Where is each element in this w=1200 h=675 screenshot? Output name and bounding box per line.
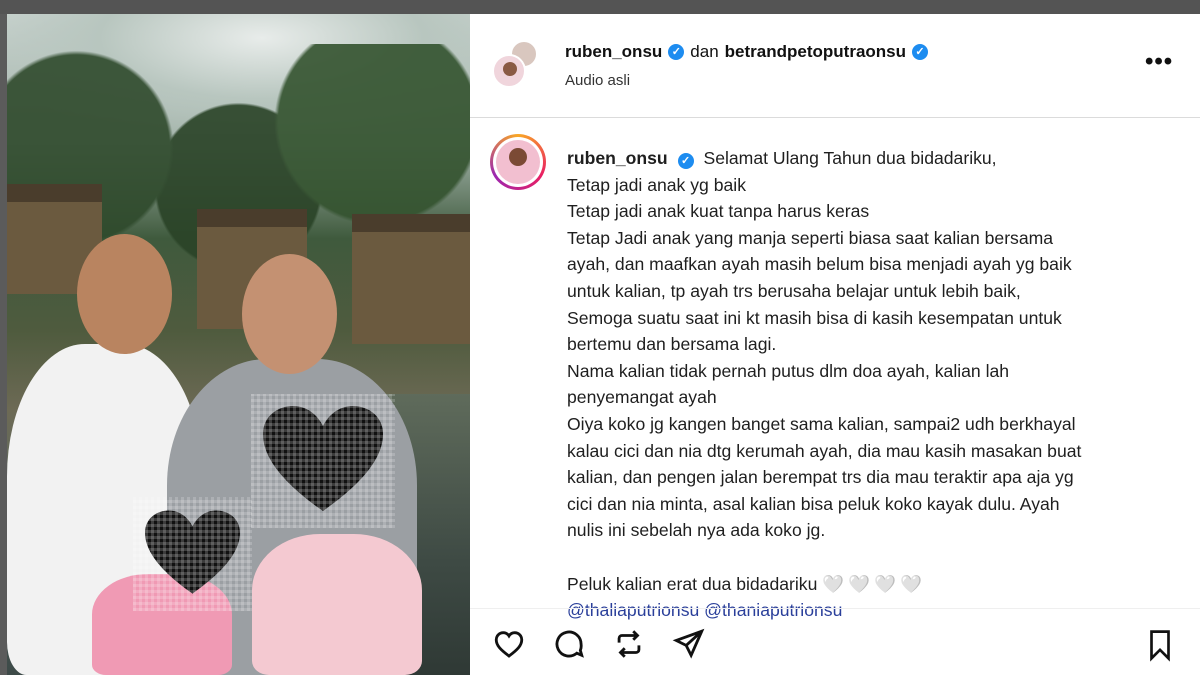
actions-divider — [470, 608, 1200, 609]
audio-link[interactable]: Audio asli — [565, 72, 630, 89]
top-bar — [0, 0, 1200, 14]
caption-line: Selamat Ulang Tahun dua bidadariku, — [703, 148, 997, 168]
post-photo[interactable] — [7, 14, 470, 675]
verified-icon: ✓ — [912, 44, 929, 60]
more-options-icon[interactable]: ••• — [1145, 50, 1173, 74]
caption-mentions[interactable]: @thaliaputrionsu @thaniaputrionsu — [567, 597, 1177, 624]
caption-line: ayah, dan maafkan ayah masih belum bisa … — [567, 254, 1072, 275]
caption-username[interactable]: ruben_onsu — [567, 148, 668, 168]
connector-text: dan — [690, 42, 719, 61]
caption-line: Oiya koko jg kangen banget sama kalian, … — [567, 413, 1076, 434]
send-icon[interactable] — [672, 627, 706, 661]
caption-line: cici dan nia minta, asal kalian bisa pel… — [567, 493, 1060, 514]
caption-line: nulis ini sebelah nya ada koko jg. — [567, 520, 826, 541]
photo-head-man — [242, 254, 337, 374]
collaborator-username[interactable]: betrandpetoputraonsu — [725, 42, 906, 62]
caption-line: Tetap Jadi anak yang manja seperti biasa… — [567, 227, 1054, 248]
caption-line: penyemangat ayah — [567, 387, 717, 408]
photo-head-boy — [77, 234, 172, 354]
action-bar — [492, 627, 706, 661]
bookmark-icon[interactable] — [1145, 628, 1175, 662]
caption-line: kalau cici dan nia dtg kerumah ayah, dia… — [567, 440, 1082, 461]
white-heart-icons: 🤍🤍🤍🤍 — [822, 573, 926, 594]
post-panel: ruben_onsu ✓ dan betrandpetoputraonsu ✓ … — [470, 14, 1200, 675]
caption-line: Tetap jadi anak kuat tanpa harus keras — [567, 201, 870, 222]
comment-icon[interactable] — [552, 627, 586, 661]
heart-icon[interactable] — [492, 627, 526, 661]
post-header: ruben_onsu ✓ dan betrandpetoputraonsu ✓ — [565, 42, 929, 62]
privacy-heart-large — [251, 394, 395, 528]
avatar-author[interactable] — [492, 54, 526, 88]
privacy-heart-small — [133, 497, 252, 611]
photo-person-girl-right — [252, 534, 422, 675]
author-username[interactable]: ruben_onsu — [565, 42, 662, 62]
verified-icon: ✓ — [677, 153, 694, 169]
photo-hut-right — [352, 214, 470, 344]
caption-line: Semoga suatu saat ini kt masih bisa di k… — [567, 307, 1062, 328]
caption-line: untuk kalian, tp ayah trs berusaha belaj… — [567, 280, 1021, 301]
caption-line: kalian, dan pengen jalan berempat trs di… — [567, 467, 1074, 488]
caption-avatar[interactable] — [490, 134, 546, 190]
header-divider — [470, 117, 1200, 118]
collab-avatars[interactable] — [492, 40, 538, 90]
caption-line: Nama kalian tidak pernah putus dlm doa a… — [567, 360, 1010, 381]
caption-closing: Peluk kalian erat dua bidadariku — [567, 573, 818, 594]
caption: ruben_onsu ✓ Selamat Ulang Tahun dua bid… — [567, 145, 1177, 624]
repost-icon[interactable] — [612, 627, 646, 661]
verified-icon: ✓ — [668, 44, 685, 60]
caption-line: bertemu dan bersama lagi. — [567, 334, 777, 355]
caption-line: Tetap jadi anak yg baik — [567, 174, 746, 195]
